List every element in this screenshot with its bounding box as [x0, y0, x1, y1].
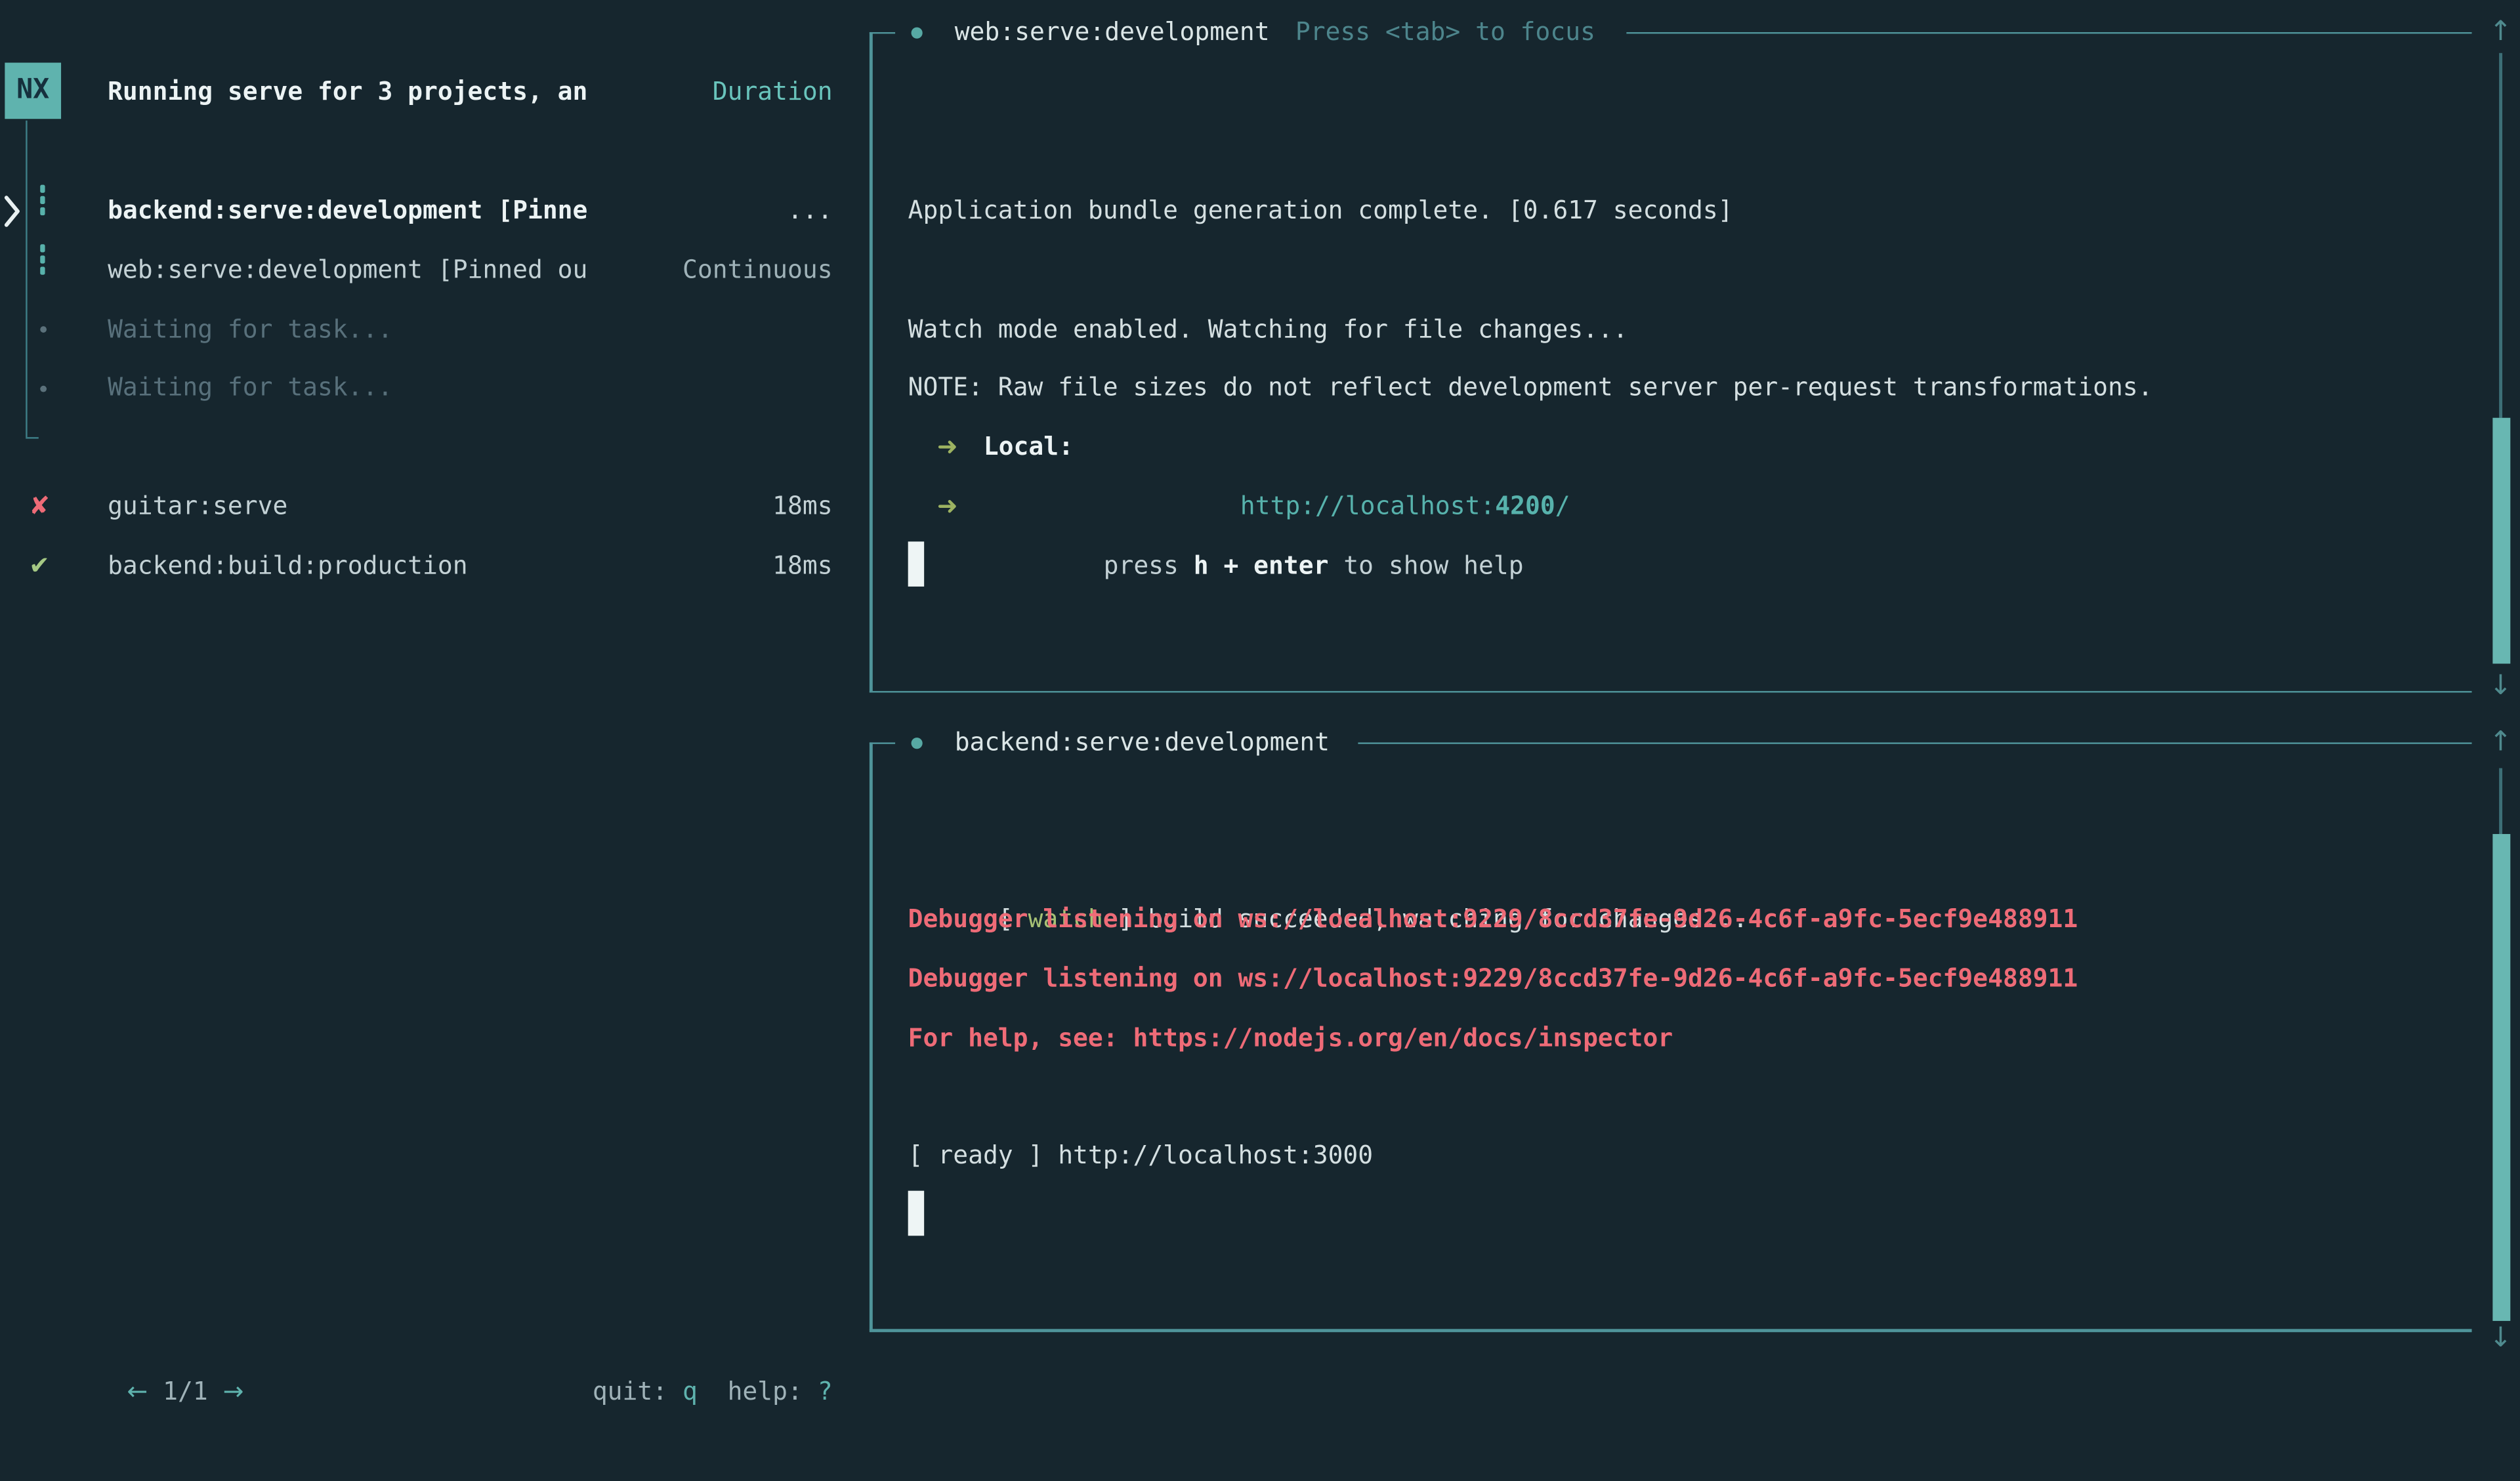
local-url: http://localhost:4200/	[1120, 417, 1570, 477]
task-duration: Continuous	[682, 240, 833, 300]
output-line-watch-succeeded: [ watch ] build succeeded, watching for …	[908, 830, 2355, 890]
output-line-inspector-help: For help, see: https://nodejs.org/en/doc…	[908, 1009, 1673, 1068]
arrow-right-icon: ➜	[937, 417, 958, 477]
output-line-ready: [ ready ] http://localhost:3000	[908, 1126, 1373, 1186]
panel-border	[1358, 741, 2471, 744]
help-shortcut-label: help:	[698, 1377, 818, 1406]
task-row-backend-build[interactable]: ✔ backend:build:production 18ms	[0, 536, 870, 596]
output-line-note: NOTE: Raw file sizes do not reflect deve…	[908, 358, 2153, 418]
panel-border	[1626, 31, 2471, 34]
task-duration: 18ms	[772, 536, 832, 596]
scrollbar-up-icon[interactable]: ↑	[2485, 16, 2517, 48]
task-row-web-serve[interactable]: web:serve:development [Pinned ou Continu…	[0, 240, 870, 300]
output-line-help-hint: ➜ press h + enter to show help	[908, 476, 2355, 536]
press-suffix: to show help	[1328, 551, 1523, 579]
scrollbar-thumb[interactable]	[2492, 834, 2510, 1321]
task-duration: ...	[788, 181, 833, 241]
scrollbar-track[interactable]	[2499, 53, 2502, 418]
tree-branch-elbow	[25, 436, 38, 439]
task-spinner-icon	[40, 184, 45, 192]
page-indicator: 1/1	[148, 1377, 222, 1406]
terminal-cursor	[908, 541, 924, 587]
task-list-header: Running serve for 3 projects, an Duratio…	[0, 62, 870, 121]
panel-border	[870, 1329, 2472, 1331]
panel-border	[870, 690, 2472, 693]
scrollbar-thumb[interactable]	[2492, 418, 2510, 664]
nx-tui-app: NX Running serve for 3 projects, an Dura…	[0, 0, 2520, 1417]
panel-title-bullet-icon	[912, 737, 923, 748]
page-prev-icon[interactable]: ←	[127, 1377, 148, 1406]
success-check-icon: ✔	[29, 536, 50, 596]
pagination: ← 1/1 →	[37, 1303, 243, 1362]
panel-border	[870, 31, 872, 692]
task-label: Waiting for task...	[108, 300, 392, 360]
quit-shortcut-key: q	[682, 1377, 698, 1406]
output-line-local-url: ➜ Local: http://localhost:4200/	[908, 417, 2355, 477]
task-row-waiting-2[interactable]: Waiting for task...	[0, 358, 870, 418]
panel-title: backend:serve:development	[955, 713, 1330, 772]
duration-column-header: Duration	[713, 62, 833, 121]
shortcut-hints: quit: q help: ?	[503, 1303, 833, 1362]
task-row-backend-serve[interactable]: backend:serve:development [Pinne ...	[0, 181, 870, 241]
task-label: Waiting for task...	[108, 358, 392, 418]
press-help-text: press h + enter to show help	[984, 476, 1524, 536]
scrollbar-down-icon[interactable]: ↓	[2485, 670, 2517, 702]
press-keys: h + enter	[1194, 551, 1329, 579]
local-label: Local:	[984, 417, 1074, 477]
task-spinner-icon	[40, 207, 45, 215]
waiting-dot-icon	[40, 385, 47, 392]
scrollbar-down-icon[interactable]: ↓	[2485, 1323, 2517, 1355]
task-row-guitar-serve[interactable]: ✘ guitar:serve 18ms	[0, 476, 870, 536]
task-label: backend:serve:development [Pinne	[108, 181, 587, 241]
failed-x-icon: ✘	[29, 476, 50, 536]
task-spinner-icon	[40, 196, 45, 203]
scrollbar-track[interactable]	[2499, 768, 2502, 834]
task-spinner-icon	[40, 255, 45, 262]
panel-border	[870, 741, 895, 744]
page-next-icon[interactable]: →	[223, 1377, 244, 1406]
panel-border	[870, 31, 895, 34]
panel-focus-hint: Press <tab> to focus	[1295, 3, 1595, 62]
selected-caret-icon	[3, 194, 21, 227]
press-prefix: press	[1104, 551, 1194, 579]
waiting-dot-icon	[40, 326, 47, 333]
task-label: web:serve:development [Pinned ou	[108, 240, 587, 300]
task-label: backend:build:production	[108, 536, 467, 596]
help-shortcut-key: ?	[818, 1377, 833, 1406]
output-line-debugger-1: Debugger listening on ws://localhost:922…	[908, 890, 2078, 949]
output-line-debugger-2: Debugger listening on ws://localhost:922…	[908, 949, 2078, 1009]
terminal-cursor	[908, 1191, 924, 1236]
panel-title-bullet-icon	[912, 26, 923, 37]
task-label: guitar:serve	[108, 476, 287, 536]
task-list-header-title: Running serve for 3 projects, an	[108, 62, 587, 121]
scrollbar-up-icon[interactable]: ↑	[2485, 726, 2517, 759]
arrow-right-icon: ➜	[937, 476, 958, 536]
panel-border	[870, 741, 872, 1329]
panel-title: web:serve:development	[955, 3, 1270, 62]
task-spinner-icon	[40, 243, 45, 251]
output-line-bundle-complete: Application bundle generation complete. …	[908, 181, 1733, 241]
task-duration: 18ms	[772, 476, 832, 536]
quit-shortcut-label: quit:	[593, 1377, 682, 1406]
task-spinner-icon	[40, 266, 45, 274]
task-row-waiting-1[interactable]: Waiting for task...	[0, 300, 870, 360]
output-line-watch-mode: Watch mode enabled. Watching for file ch…	[908, 300, 1628, 360]
